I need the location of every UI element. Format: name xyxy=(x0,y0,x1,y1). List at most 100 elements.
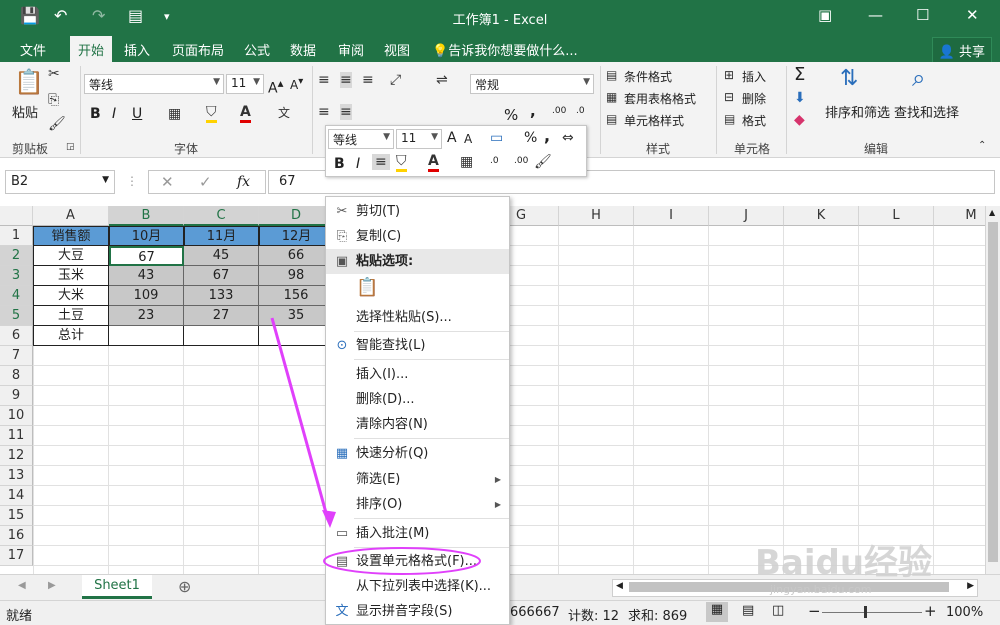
zoom-slider-thumb[interactable] xyxy=(864,606,867,618)
comma-button[interactable]: , xyxy=(530,102,536,120)
cancel-icon[interactable]: ✕ xyxy=(161,173,174,191)
column-header[interactable]: B xyxy=(109,206,184,226)
next-sheet-icon[interactable]: ▶ xyxy=(48,580,56,591)
mini-bold-icon[interactable]: B xyxy=(334,156,345,172)
table-cell[interactable]: 大豆 xyxy=(33,246,109,266)
find-select-button[interactable]: 查找和选择 xyxy=(894,102,959,121)
shrink-font-icon[interactable]: A▾ xyxy=(290,76,303,92)
minimize-icon[interactable]: — xyxy=(868,6,883,24)
merge-icon[interactable]: ⇔ xyxy=(562,130,574,146)
sheet-tab[interactable]: Sheet1 xyxy=(82,575,152,599)
font-color-icon[interactable]: A xyxy=(240,104,251,123)
column-header[interactable]: L xyxy=(859,206,934,226)
mini-borders-icon[interactable]: ▦ xyxy=(460,154,473,170)
menu-item-copy[interactable]: ⎘ 复制(C) xyxy=(326,224,509,249)
bold-button[interactable]: B xyxy=(90,106,101,122)
maximize-icon[interactable]: ☐ xyxy=(916,6,929,24)
mini-fill-icon[interactable]: ⛉ xyxy=(396,153,407,172)
normal-view-icon[interactable]: ▦ xyxy=(706,602,728,622)
row-header[interactable]: 1 xyxy=(0,226,33,246)
align-center-icon[interactable]: ≡ xyxy=(340,104,352,120)
table-header-cell[interactable]: 12月 xyxy=(259,226,334,246)
table-header-cell[interactable]: 销售额 xyxy=(33,226,109,246)
sort-filter-button[interactable]: 排序和筛选 xyxy=(825,102,890,121)
mini-italic-icon[interactable]: I xyxy=(356,156,360,172)
active-cell[interactable]: 67 xyxy=(109,246,184,266)
menu-item-insert-comment[interactable]: ▭ 插入批注(M) xyxy=(326,521,509,546)
grow-font-icon[interactable]: A xyxy=(447,130,457,146)
row-header[interactable]: 14 xyxy=(0,486,33,506)
table-format-icon[interactable]: ▦ xyxy=(606,90,617,104)
column-header[interactable]: J xyxy=(709,206,784,226)
table-cell[interactable]: 玉米 xyxy=(33,266,109,286)
table-cell[interactable]: 总计 xyxy=(33,326,109,346)
grow-font-icon[interactable]: A▴ xyxy=(268,76,283,97)
row-header[interactable]: 3 xyxy=(0,266,33,286)
table-cell[interactable]: 133 xyxy=(184,286,259,306)
table-header-cell[interactable]: 10月 xyxy=(109,226,184,246)
page-break-icon[interactable]: ◫ xyxy=(772,603,784,618)
tab-review[interactable]: 审阅 xyxy=(338,40,364,59)
table-header-cell[interactable]: 11月 xyxy=(184,226,259,246)
copy-icon[interactable]: ⎘ xyxy=(48,92,59,108)
row-header[interactable]: 10 xyxy=(0,406,33,426)
align-middle-icon[interactable]: ≡ xyxy=(340,72,352,88)
table-cell[interactable]: 43 xyxy=(109,266,184,286)
borders-icon[interactable]: ▦ xyxy=(168,106,181,122)
row-header[interactable]: 11 xyxy=(0,426,33,446)
paste-big-icon[interactable]: 📋 xyxy=(14,68,44,96)
format-button[interactable]: 格式 xyxy=(742,112,766,129)
table-cell[interactable] xyxy=(259,326,334,346)
table-cell[interactable] xyxy=(109,326,184,346)
sort-filter-icon[interactable]: ⇅ xyxy=(840,66,858,91)
row-header[interactable]: 9 xyxy=(0,386,33,406)
accounting-format-icon[interactable]: ▭ xyxy=(490,130,503,146)
increase-decimal-button[interactable]: .00 xyxy=(552,106,566,116)
column-header[interactable]: A xyxy=(33,206,109,226)
table-cell[interactable]: 109 xyxy=(109,286,184,306)
orientation-icon[interactable]: ⤢ xyxy=(390,72,401,88)
table-cell[interactable]: 35 xyxy=(259,306,334,326)
mini-decrease-decimal-icon[interactable]: .00 xyxy=(514,156,528,166)
menu-item-smart-lookup[interactable]: ⊙ 智能查找(L) xyxy=(326,333,509,358)
tab-data[interactable]: 数据 xyxy=(290,40,316,59)
name-box[interactable]: B2 ▼ xyxy=(5,170,115,194)
new-sheet-icon[interactable]: ⊕ xyxy=(178,577,191,596)
menu-item-sort[interactable]: 排序(O) ▶ xyxy=(326,492,509,517)
table-cell[interactable]: 156 xyxy=(259,286,334,306)
vertical-scrollbar[interactable]: ▲ xyxy=(985,206,1000,574)
enter-icon[interactable]: ✓ xyxy=(199,173,212,191)
table-cell[interactable] xyxy=(184,326,259,346)
cell-styles-icon[interactable]: ▤ xyxy=(606,112,617,126)
italic-button[interactable]: I xyxy=(112,106,116,122)
row-header[interactable]: 2 xyxy=(0,246,33,266)
menu-item-filter[interactable]: 筛选(E) ▶ xyxy=(326,467,509,492)
cut-icon[interactable]: ✂ xyxy=(48,66,60,82)
row-header[interactable]: 13 xyxy=(0,466,33,486)
table-cell[interactable]: 土豆 xyxy=(33,306,109,326)
mini-center-icon[interactable]: ≡ xyxy=(372,154,390,170)
mini-format-painter-icon[interactable]: 🖌 xyxy=(534,154,552,170)
menu-item-format-cells[interactable]: ▤ 设置单元格格式(F)... xyxy=(326,549,509,574)
format-as-table-button[interactable]: 套用表格格式 xyxy=(624,90,696,107)
row-header[interactable]: 4 xyxy=(0,286,33,306)
mini-percent-button[interactable]: % xyxy=(524,130,537,146)
menu-item-clear-contents[interactable]: 清除内容(N) xyxy=(326,412,509,437)
row-header[interactable]: 12 xyxy=(0,446,33,466)
mini-increase-decimal-icon[interactable]: .0 xyxy=(490,156,499,166)
menu-item-pick-from-list[interactable]: 从下拉列表中选择(K)... xyxy=(326,574,509,599)
font-size-combo[interactable]: 11 ▼ xyxy=(226,74,264,94)
mini-font-color-icon[interactable]: A xyxy=(428,153,439,172)
menu-item-phonetic[interactable]: 文显示拼音字段(S) xyxy=(326,599,509,624)
menu-item-insert[interactable]: 插入(I)... xyxy=(326,362,509,387)
tab-formulas[interactable]: 公式 xyxy=(244,40,270,59)
tab-view[interactable]: 视图 xyxy=(384,40,410,59)
format-painter-icon[interactable]: 🖌 xyxy=(48,116,66,132)
scroll-up-icon[interactable]: ▲ xyxy=(989,208,995,217)
row-header[interactable]: 6 xyxy=(0,326,33,346)
table-cell[interactable]: 67 xyxy=(184,266,259,286)
dialog-launcher-icon[interactable]: ◲ xyxy=(66,142,75,152)
autosum-button[interactable]: Σ xyxy=(794,64,805,85)
delete-cells-button[interactable]: 删除 xyxy=(742,90,766,107)
column-header[interactable]: I xyxy=(634,206,709,226)
